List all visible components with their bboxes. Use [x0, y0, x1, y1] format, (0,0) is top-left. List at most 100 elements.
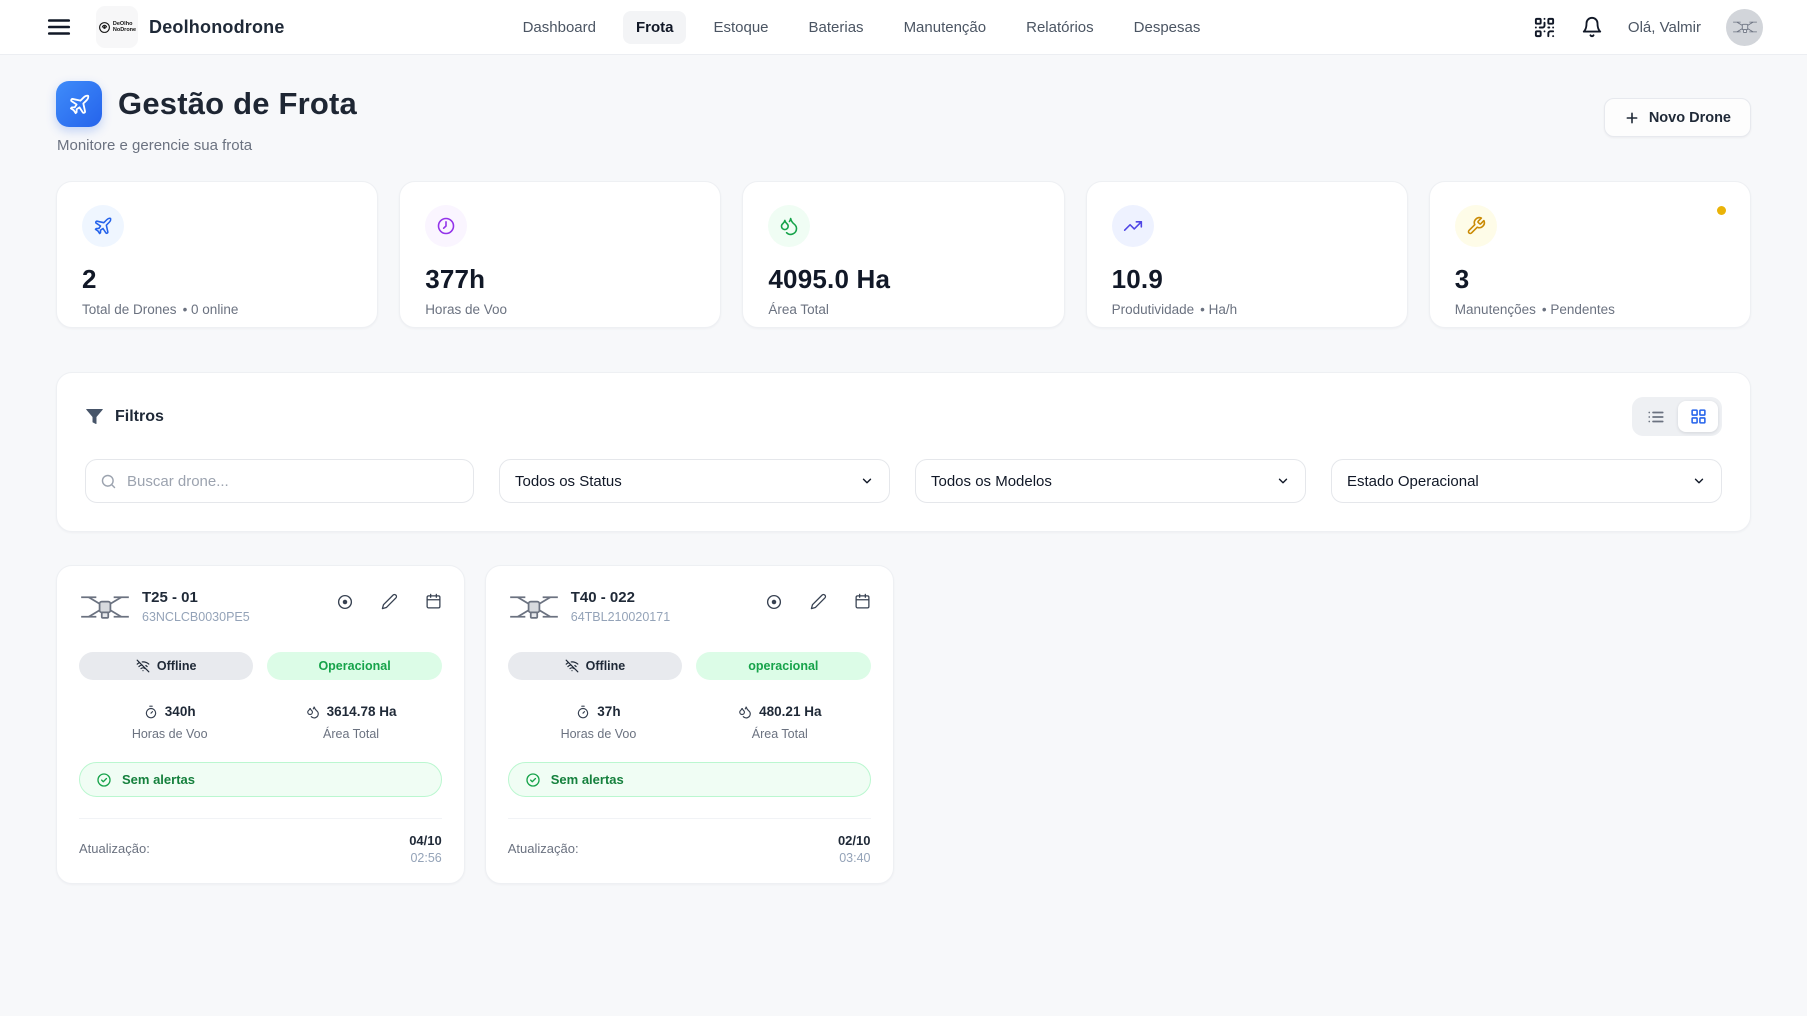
nav-item-relatorios[interactable]: Relatórios: [1013, 11, 1107, 44]
updated-label: Atualização:: [508, 841, 579, 856]
filters-panel: Filtros Todos os Status Todos os Modelos: [56, 372, 1751, 532]
logo-spiral-icon: [98, 21, 111, 34]
user-greeting: Olá, Valmir: [1628, 19, 1701, 36]
app-logo[interactable]: DeOlhoNoDrone: [96, 6, 138, 48]
drone-name: T40 - 022: [571, 589, 670, 606]
stat-label: Total de Drones: [82, 302, 177, 317]
updated-date: 02/10: [838, 833, 871, 848]
header-actions: Olá, Valmir: [1533, 9, 1763, 46]
chevron-down-icon: [1276, 474, 1290, 488]
stat-value: 3: [1455, 264, 1725, 295]
drone-photo: [79, 587, 131, 627]
stat-card-total-drones: 2 Total de Drones • 0 online: [56, 181, 378, 328]
divider: [508, 818, 871, 819]
view-drone-icon[interactable]: [765, 593, 783, 611]
stat-card-maintenance: 3 Manutenções• Pendentes: [1429, 181, 1751, 328]
drone-photo: [508, 587, 560, 627]
filters-title: Filtros: [115, 408, 164, 426]
top-navigation-bar: DeOlhoNoDrone Deolhonodrone Dashboard Fr…: [0, 0, 1807, 55]
edit-drone-icon[interactable]: [810, 593, 827, 611]
schedule-drone-icon[interactable]: [854, 593, 871, 611]
alerts-status-pill: Sem alertas: [508, 762, 871, 797]
stat-label: Produtividade: [1112, 302, 1195, 317]
stat-card-total-area: 4095.0 Ha Área Total: [742, 181, 1064, 328]
plus-icon: [1624, 110, 1640, 126]
connection-status-badge: Offline: [79, 652, 253, 680]
drone-name: T25 - 01: [142, 589, 250, 606]
trending-up-icon: [1112, 205, 1154, 247]
logo-text: DeOlhoNoDrone: [113, 21, 136, 34]
flight-hours-label: Horas de Voo: [508, 727, 689, 741]
new-drone-button[interactable]: Novo Drone: [1604, 98, 1751, 137]
chevron-down-icon: [1692, 474, 1706, 488]
edit-drone-icon[interactable]: [381, 593, 398, 611]
search-icon: [100, 473, 117, 490]
stat-value: 377h: [425, 264, 695, 295]
main-content: Gestão de Frota Monitore e gerencie sua …: [0, 55, 1807, 884]
page-title: Gestão de Frota: [118, 86, 357, 122]
updated-time: 02:56: [409, 851, 442, 865]
search-input[interactable]: [127, 473, 459, 490]
operational-status-badge: Operacional: [267, 652, 441, 680]
plane-icon: [82, 205, 124, 247]
bell-icon[interactable]: [1581, 16, 1603, 38]
nav-item-despesas[interactable]: Despesas: [1121, 11, 1214, 44]
avatar-drone-image: [1732, 17, 1758, 37]
nav-item-frota[interactable]: Frota: [623, 11, 687, 44]
avatar[interactable]: [1726, 9, 1763, 46]
list-icon: [1647, 408, 1665, 426]
chevron-down-icon: [860, 474, 874, 488]
model-filter-select[interactable]: Todos os Modelos: [915, 459, 1306, 503]
stat-value: 2: [82, 264, 352, 295]
timer-icon: [576, 705, 590, 719]
grid-view-button[interactable]: [1678, 401, 1718, 432]
nav-item-dashboard[interactable]: Dashboard: [510, 11, 609, 44]
drone-card: T40 - 022 64TBL210020171 Offline operaci…: [485, 565, 894, 884]
stat-card-flight-hours: 377h Horas de Voo: [399, 181, 721, 328]
drone-serial: 63NCLCB0030PE5: [142, 610, 250, 624]
menu-icon[interactable]: [44, 12, 74, 42]
stats-row: 2 Total de Drones • 0 online 377h Horas d…: [56, 181, 1751, 328]
droplet-icon: [306, 705, 320, 719]
list-view-button[interactable]: [1636, 401, 1676, 432]
flight-hours-value: 340h: [165, 704, 196, 719]
alerts-status-pill: Sem alertas: [79, 762, 442, 797]
updated-label: Atualização:: [79, 841, 150, 856]
main-nav: Dashboard Frota Estoque Baterias Manuten…: [510, 11, 1214, 44]
page-subtitle: Monitore e gerencie sua frota: [57, 137, 357, 154]
operational-status-badge: operacional: [696, 652, 870, 680]
stat-sublabel: • Pendentes: [1542, 302, 1615, 317]
qr-scan-icon[interactable]: [1533, 16, 1556, 39]
stat-value: 10.9: [1112, 264, 1382, 295]
view-drone-icon[interactable]: [336, 593, 354, 611]
status-filter-select[interactable]: Todos os Status: [499, 459, 890, 503]
pending-notification-dot: [1717, 206, 1726, 215]
area-label: Área Total: [260, 727, 441, 741]
nav-item-manutencao[interactable]: Manutenção: [891, 11, 1000, 44]
droplet-icon: [738, 705, 752, 719]
search-drone-field[interactable]: [85, 459, 474, 503]
view-toggle: [1632, 397, 1722, 436]
area-value: 3614.78 Ha: [327, 704, 397, 719]
operational-state-filter-select[interactable]: Estado Operacional: [1331, 459, 1722, 503]
filter-funnel-icon: [85, 407, 104, 426]
area-value: 480.21 Ha: [759, 704, 821, 719]
stat-card-productivity: 10.9 Produtividade • Ha/h: [1086, 181, 1408, 328]
nav-item-baterias[interactable]: Baterias: [796, 11, 877, 44]
stat-sublabel: • Ha/h: [1200, 302, 1237, 317]
stat-label: Horas de Voo: [425, 302, 507, 317]
wifi-off-icon: [565, 659, 579, 673]
fleet-plane-icon: [56, 81, 102, 127]
brand-name: Deolhonodrone: [149, 17, 285, 38]
schedule-drone-icon[interactable]: [425, 593, 442, 611]
droplets-icon: [768, 205, 810, 247]
stat-value: 4095.0 Ha: [768, 264, 1038, 295]
clock-icon: [425, 205, 467, 247]
check-circle-icon: [96, 772, 112, 788]
area-label: Área Total: [689, 727, 870, 741]
stat-sublabel: • 0 online: [183, 302, 239, 317]
nav-item-estoque[interactable]: Estoque: [700, 11, 781, 44]
grid-icon: [1690, 408, 1707, 425]
updated-date: 04/10: [409, 833, 442, 848]
updated-time: 03:40: [838, 851, 871, 865]
